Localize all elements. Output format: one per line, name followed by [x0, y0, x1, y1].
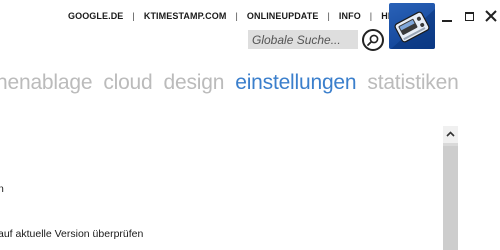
- separator: |: [369, 11, 373, 21]
- link-ktimestamp[interactable]: KTIMESTAMP.COM: [144, 11, 227, 21]
- header-links: GOOGLE.DE | KTIMESTAMP.COM | ONLINEUPDAT…: [68, 11, 408, 21]
- update-check-option[interactable]: auf aktuelle Version überprüfen: [0, 228, 143, 240]
- link-onlineupdate[interactable]: ONLINEUPDATE: [247, 11, 319, 21]
- scrollbar[interactable]: [443, 126, 458, 250]
- tab-cloud[interactable]: cloud: [103, 71, 152, 95]
- tab-ablage[interactable]: nenablage: [0, 71, 93, 95]
- global-search-input[interactable]: [248, 30, 358, 49]
- setting-label: n: [0, 183, 4, 195]
- tab-design[interactable]: design: [164, 71, 225, 95]
- minimize-icon: [442, 20, 452, 22]
- close-button[interactable]: [483, 8, 499, 24]
- stamp-device-icon: [391, 9, 435, 49]
- chevron-up-icon: [446, 131, 455, 137]
- separator: |: [235, 11, 238, 21]
- scroll-thumb[interactable]: [443, 146, 458, 250]
- link-google[interactable]: GOOGLE.DE: [68, 11, 123, 21]
- tab-einstellungen[interactable]: einstellungen: [235, 71, 356, 95]
- app-logo: [389, 3, 435, 49]
- maximize-icon: [465, 12, 474, 21]
- main-nav: nenablage cloud design einstellungen sta…: [0, 71, 470, 95]
- tab-statistiken[interactable]: statistiken: [367, 71, 458, 95]
- window-controls: [439, 8, 499, 24]
- separator: |: [327, 11, 330, 21]
- separator: |: [132, 11, 135, 21]
- minimize-button[interactable]: [439, 8, 455, 24]
- search-button[interactable]: [362, 29, 384, 51]
- close-icon: [485, 10, 497, 22]
- link-info[interactable]: INFO: [339, 11, 361, 21]
- maximize-button[interactable]: [461, 8, 477, 24]
- scroll-up-button[interactable]: [443, 126, 458, 143]
- search-icon: [367, 34, 379, 46]
